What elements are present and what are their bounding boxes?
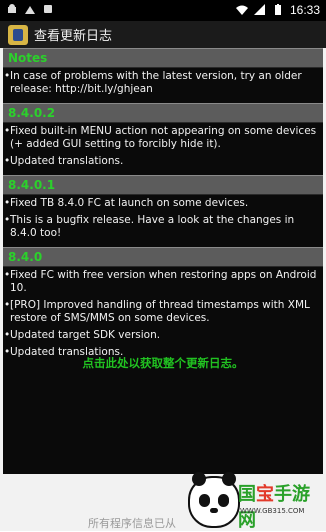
changelog-item: [PRO] Improved handling of thread timest… (3, 297, 323, 327)
signal-icon (253, 4, 265, 15)
changelog-item: This is a bugfix release. Have a look at… (3, 212, 323, 242)
changelog-item: Fixed TB 8.4.0 FC at launch on some devi… (3, 195, 323, 212)
section-notes: Notes In case of problems with the lates… (3, 48, 323, 98)
status-left-icons (6, 3, 54, 15)
section-8-4-0-2: 8.4.0.2 Fixed built-in MENU action not a… (3, 103, 323, 170)
status-bar: 16:33 (0, 0, 326, 21)
title-bar: 查看更新日志 (0, 21, 326, 48)
panda-logo-icon (188, 472, 240, 528)
notification-icon (44, 5, 52, 13)
watermark-part1: 国 (238, 484, 256, 505)
section-header: 8.4.0.2 (3, 103, 323, 123)
changelog-item: Fixed built-in MENU action not appearing… (3, 123, 323, 153)
app-icon (8, 24, 28, 45)
changelog-item: Fixed FC with free version when restorin… (3, 267, 323, 297)
changelog-item: Updated translations. (3, 153, 323, 170)
watermark-part2: 宝 (256, 484, 274, 505)
bottom-text: 所有程序信息已从 (88, 517, 176, 530)
section-8-4-0-1: 8.4.0.1 Fixed TB 8.4.0 FC at launch on s… (3, 175, 323, 242)
watermark-title: 国宝手游网 (238, 480, 326, 532)
section-8-4-0: 8.4.0 Fixed FC with free version when re… (3, 247, 323, 361)
changelog-content[interactable]: Notes In case of problems with the lates… (3, 48, 323, 474)
changelog-item: In case of problems with the latest vers… (3, 68, 323, 98)
wifi-icon (235, 5, 248, 15)
status-time: 16:33 (289, 3, 320, 17)
watermark-url: WWW.GB315.COM (240, 507, 305, 515)
section-header: 8.4.0 (3, 247, 323, 267)
android-icon (8, 4, 16, 13)
page-title: 查看更新日志 (34, 29, 113, 44)
status-right-icons: 16:33 (235, 3, 320, 17)
section-header: Notes (3, 48, 323, 68)
battery-icon (274, 4, 281, 15)
app-frame: 16:33 查看更新日志 Notes In case of problems w… (0, 0, 326, 531)
changelog-item: Updated target SDK version. (3, 327, 323, 344)
section-header: 8.4.0.1 (3, 175, 323, 195)
full-changelog-link[interactable]: 点击此处以获取整个更新日志。 (3, 355, 323, 371)
image-icon (25, 6, 35, 14)
